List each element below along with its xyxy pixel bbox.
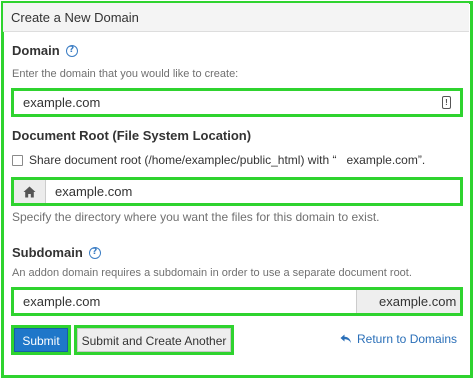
- domain-input-value: example.com: [23, 95, 101, 110]
- document-root-hint: Specify the directory where you want the…: [12, 210, 380, 224]
- document-root-label: Document Root (File System Location): [12, 128, 252, 143]
- subdomain-label-row: Subdomain ?: [12, 245, 101, 260]
- submit-and-create-another-button[interactable]: Submit and Create Another: [77, 328, 231, 352]
- domain-label-row: Domain ?: [12, 43, 78, 58]
- document-root-input-value: example.com: [55, 184, 133, 199]
- return-to-domains-label: Return to Domains: [357, 332, 458, 346]
- help-icon[interactable]: ?: [88, 246, 101, 259]
- share-root-domain: example.com”.: [346, 153, 426, 167]
- subdomain-label: Subdomain: [12, 245, 83, 260]
- submit-another-button-highlight: Submit and Create Another: [74, 325, 234, 355]
- subdomain-input-value: example.com: [23, 294, 101, 309]
- document-root-input[interactable]: example.com: [11, 177, 463, 206]
- subdomain-input[interactable]: example.com example.com: [11, 287, 463, 316]
- home-icon: [23, 186, 36, 197]
- domain-hint: Enter the domain that you would like to …: [12, 68, 239, 80]
- share-root-row: Share document root (/home/examplec/publ…: [12, 153, 425, 167]
- subdomain-suffix: example.com: [356, 290, 460, 313]
- return-to-domains-link[interactable]: Return to Domains: [340, 332, 457, 346]
- domain-input[interactable]: example.com !: [11, 88, 463, 117]
- undo-arrow-icon: [340, 334, 351, 343]
- submit-button-highlight: Submit: [11, 325, 71, 355]
- home-addon: [14, 180, 46, 203]
- help-icon[interactable]: ?: [65, 44, 78, 57]
- page-title: Create a New Domain: [11, 10, 139, 25]
- alert-icon: !: [442, 96, 451, 109]
- share-root-label: Share document root (/home/examplec/publ…: [29, 153, 337, 167]
- panel-header: Create a New Domain: [3, 3, 469, 32]
- subdomain-hint: An addon domain requires a subdomain in …: [12, 267, 412, 279]
- share-root-checkbox[interactable]: [12, 154, 23, 166]
- document-root-label-row: Document Root (File System Location): [12, 128, 251, 143]
- submit-button[interactable]: Submit: [14, 328, 68, 352]
- domain-label: Domain: [12, 43, 60, 58]
